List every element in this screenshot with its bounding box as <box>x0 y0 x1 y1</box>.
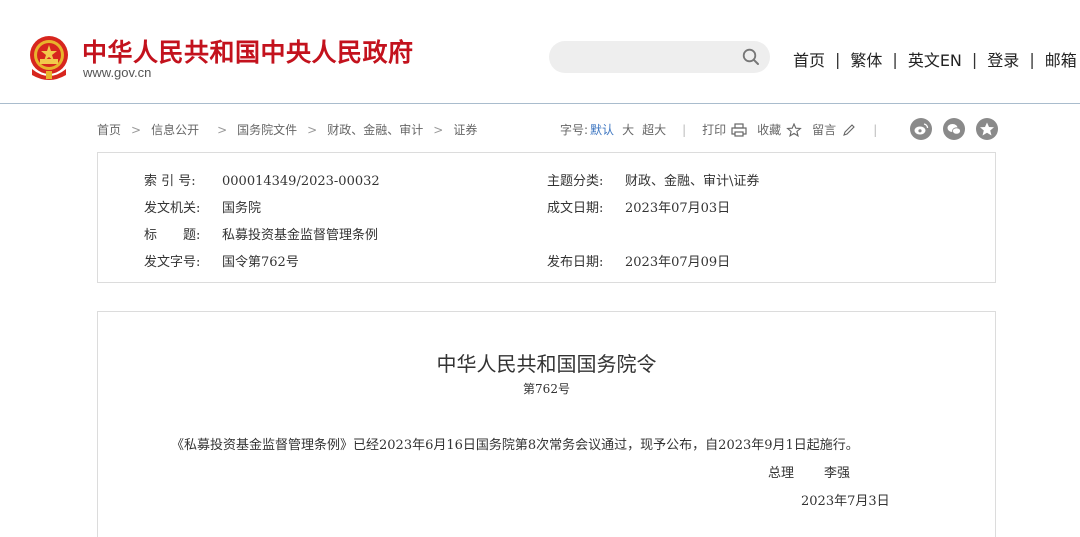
info-written-row: 成文日期: 2023年07月03日 <box>547 197 730 216</box>
comment-button[interactable]: 留言 <box>812 121 836 138</box>
info-index-row: 索 引 号: 000014349/2023-00032 <box>144 170 380 189</box>
breadcrumb-separator: > <box>307 122 318 137</box>
font-size-label: 字号: <box>560 123 589 137</box>
document-signature: 总理 李强 <box>768 462 850 481</box>
weibo-icon[interactable] <box>910 118 932 140</box>
nav-traditional[interactable]: 繁体 <box>850 47 882 71</box>
tools-divider: | <box>873 122 878 137</box>
font-default-option[interactable]: 默认 <box>590 121 614 138</box>
document-number: 第762号 <box>523 382 570 396</box>
document-content: 中华人民共和国国务院令 第762号 《私募投资基金监督管理条例》已经2023年6… <box>97 311 996 537</box>
document-info-box: 索 引 号: 000014349/2023-00032 主题分类: 财政、金融、审计… <box>97 152 996 283</box>
document-body: 《私募投资基金监督管理条例》已经2023年6月16日国务院第8次常务会议通过，现… <box>171 438 859 453</box>
site-header: 中华人民共和国中央人民政府 www.gov.cn 首页 | 繁体 | 英文EN … <box>0 0 1080 104</box>
breadcrumb-separator: > <box>433 122 444 137</box>
site-url[interactable]: www.gov.cn <box>83 65 151 80</box>
breadcrumb-home[interactable]: 首页 <box>97 121 121 138</box>
font-xlarge-option[interactable]: 超大 <box>642 121 666 138</box>
info-topic-row: 主题分类: 财政、金融、审计\证券 <box>547 170 759 189</box>
document-date: 2023年7月3日 <box>801 494 890 509</box>
site-title[interactable]: 中华人民共和国中央人民政府 <box>82 33 414 69</box>
share-icons <box>910 118 998 140</box>
info-docno-row: 发文字号: 国令第762号 <box>144 251 299 270</box>
nav-separator: | <box>892 49 898 69</box>
breadcrumb: 首页 > 信息公开 > 国务院文件 > 财政、金融、审计 > 证券 <box>97 121 477 138</box>
favorite-button[interactable]: 收藏 <box>757 121 781 138</box>
info-title-value: 私募投资基金监督管理条例 <box>222 228 379 243</box>
nav-separator: | <box>971 49 978 69</box>
info-issuer-row: 发文机关: 国务院 <box>144 197 261 216</box>
top-nav: 首页 | 繁体 | 英文EN | 登录 | 邮箱 <box>793 47 1077 71</box>
search-box[interactable] <box>549 41 770 73</box>
breadcrumb-separator: > <box>131 122 142 137</box>
document-title: 中华人民共和国国务院令 <box>436 352 657 376</box>
nav-separator: | <box>1029 49 1035 69</box>
tools-divider: | <box>682 122 687 137</box>
nav-home[interactable]: 首页 <box>793 47 825 71</box>
info-published-row: 发布日期: 2023年07月09日 <box>547 251 730 270</box>
search-icon[interactable] <box>742 48 760 66</box>
info-docno-label: 发文字号: <box>144 255 201 270</box>
info-title-label: 标 题: <box>144 228 201 243</box>
pencil-icon[interactable] <box>841 123 857 137</box>
qzone-icon[interactable] <box>976 118 998 140</box>
info-topic-label: 主题分类: <box>547 174 604 189</box>
info-title-row: 标 题: 私募投资基金监督管理条例 <box>144 224 378 243</box>
national-emblem-icon[interactable] <box>26 33 72 81</box>
search-input[interactable] <box>563 47 733 67</box>
font-large-option[interactable]: 大 <box>622 121 634 138</box>
wechat-icon[interactable] <box>943 118 965 140</box>
info-written-label: 成文日期: <box>547 201 604 216</box>
info-docno-value: 国令第762号 <box>222 255 299 270</box>
info-written-value: 2023年07月03日 <box>625 201 731 216</box>
info-issuer-label: 发文机关: <box>144 201 201 216</box>
breadcrumb-state-council-docs[interactable]: 国务院文件 <box>237 121 297 138</box>
signer-name: 李强 <box>824 466 851 481</box>
nav-english[interactable]: 英文EN <box>908 47 962 71</box>
info-index-label: 索 引 号: <box>144 174 196 189</box>
page-tools: 字号: 默认 大 超大 | 打印 收藏 留言 | <box>560 121 893 138</box>
nav-login[interactable]: 登录 <box>987 47 1019 71</box>
printer-icon[interactable] <box>731 122 747 137</box>
print-button[interactable]: 打印 <box>702 121 726 138</box>
breadcrumb-finance[interactable]: 财政、金融、审计 <box>327 121 423 138</box>
info-issuer-value: 国务院 <box>222 201 262 216</box>
breadcrumb-info-public[interactable]: 信息公开 <box>151 121 199 138</box>
breadcrumb-securities[interactable]: 证券 <box>453 121 477 138</box>
nav-mail[interactable]: 邮箱 <box>1045 47 1077 71</box>
info-published-label: 发布日期: <box>547 255 604 270</box>
breadcrumb-separator: > <box>217 122 228 137</box>
star-icon[interactable] <box>786 122 802 137</box>
info-topic-value: 财政、金融、审计\证券 <box>625 174 760 189</box>
info-index-value: 000014349/2023-00032 <box>222 174 380 189</box>
nav-separator: | <box>835 49 841 69</box>
signer-title: 总理 <box>768 466 795 481</box>
info-published-value: 2023年07月09日 <box>625 255 731 270</box>
